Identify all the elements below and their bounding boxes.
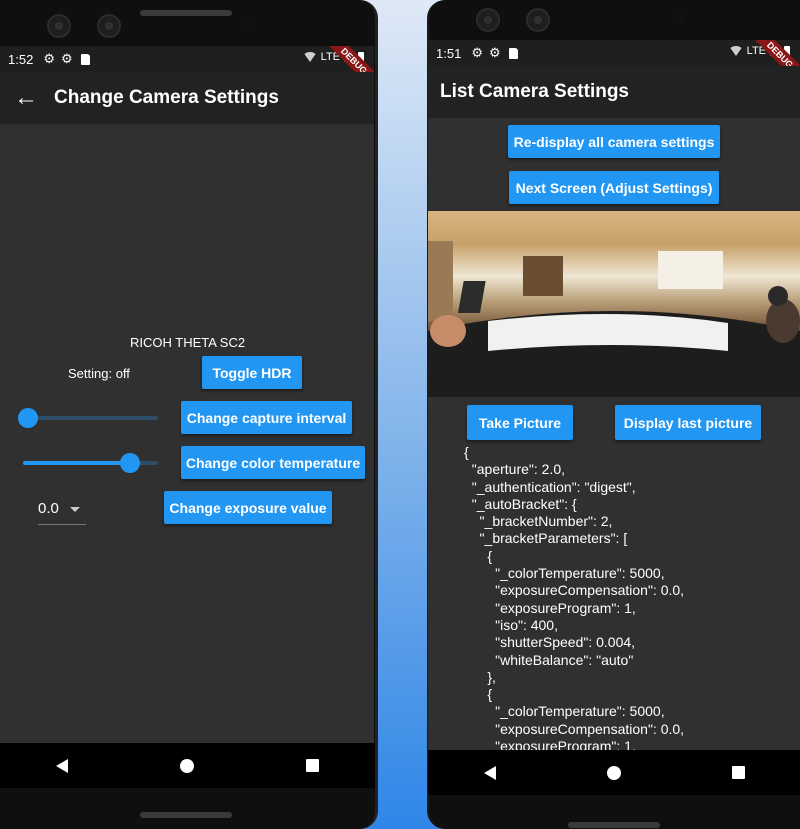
- wifi-icon: [728, 46, 743, 56]
- json-line: "_bracketParameters": [: [464, 530, 628, 547]
- json-line: "_autoBracket": {: [464, 495, 577, 512]
- front-camera-icon: [476, 8, 500, 32]
- json-line: "exposureProgram": 1,: [464, 599, 636, 616]
- page-title: Change Camera Settings: [54, 87, 279, 108]
- page-title: List Camera Settings: [440, 81, 629, 102]
- toggle-hdr-button[interactable]: Toggle HDR: [202, 356, 302, 389]
- color-temperature-slider[interactable]: [23, 453, 158, 473]
- gear-icon: ⚙: [60, 51, 73, 66]
- exposure-dropdown-value: 0.0: [38, 500, 59, 517]
- json-line: "_colorTemperature": 5000,: [464, 565, 665, 582]
- wifi-icon: [302, 52, 317, 62]
- sd-card-icon: [508, 47, 518, 59]
- theta-preview-image: [428, 211, 800, 397]
- change-capture-interval-button[interactable]: Change capture interval: [181, 401, 352, 434]
- nav-bar: [428, 750, 800, 795]
- proximity-sensor: [673, 12, 685, 24]
- json-line: "_bracketNumber": 2,: [464, 513, 613, 530]
- json-line: {: [464, 686, 493, 703]
- hdr-setting-label: Setting: off: [68, 366, 130, 381]
- status-time: 1:51: [436, 45, 462, 61]
- status-time: 1:52: [8, 51, 34, 67]
- json-line: "exposureProgram": 1,: [464, 738, 636, 750]
- json-line: "_colorTemperature": 5000,: [464, 703, 665, 720]
- display-last-picture-button[interactable]: Display last picture: [615, 405, 761, 440]
- panorama-image: [428, 241, 800, 397]
- json-line: {: [464, 547, 493, 564]
- dropdown-arrow-icon: [70, 507, 80, 512]
- gear-icon: ⚙: [471, 45, 483, 60]
- nav-home-icon[interactable]: [606, 765, 621, 780]
- take-picture-button[interactable]: Take Picture: [467, 405, 573, 440]
- slider-thumb[interactable]: [119, 453, 140, 473]
- json-line: "exposureCompensation": 0.0,: [464, 720, 685, 737]
- json-line: "whiteBalance": "auto": [464, 651, 634, 668]
- json-line: "_authentication": "digest",: [464, 478, 636, 495]
- camera-model-label: RICOH THETA SC2: [130, 335, 246, 350]
- phone-left: 1:52 ⚙ ⚙ LTE DEBUG ← Change Camera Setti…: [0, 0, 378, 829]
- json-line: "aperture": 2.0,: [464, 461, 565, 478]
- json-line: {: [464, 444, 469, 460]
- bottom-speaker: [568, 822, 660, 828]
- front-sensor-icon: [526, 8, 550, 32]
- camera-settings-json: { "aperture": 2.0, "_authentication": "d…: [464, 444, 684, 750]
- gear-icon: ⚙: [488, 45, 501, 60]
- json-line: "exposureCompensation": 0.0,: [464, 582, 685, 599]
- front-sensor-icon: [97, 14, 121, 38]
- nav-back-icon[interactable]: [56, 758, 68, 773]
- nav-bar: [0, 743, 375, 788]
- nav-recents-icon[interactable]: [306, 759, 319, 772]
- change-color-temperature-button[interactable]: Change color temperature: [181, 446, 365, 479]
- json-line: "shutterSpeed": 0.004,: [464, 634, 636, 651]
- sd-card-icon: [80, 53, 90, 65]
- back-arrow-icon[interactable]: ←: [14, 84, 54, 112]
- right-screen: 1:51 ⚙ ⚙ LTE DEBUG List Camera Settings …: [428, 40, 800, 750]
- slider-fill: [23, 461, 130, 465]
- change-exposure-value-button[interactable]: Change exposure value: [164, 491, 332, 524]
- bottom-speaker: [140, 812, 232, 818]
- speaker-grille: [140, 10, 232, 16]
- nav-recents-icon[interactable]: [731, 766, 745, 779]
- capture-interval-slider[interactable]: [18, 408, 158, 428]
- left-screen: 1:52 ⚙ ⚙ LTE DEBUG ← Change Camera Setti…: [0, 46, 374, 743]
- gear-icon: ⚙: [43, 51, 55, 66]
- json-line: "iso": 400,: [464, 616, 558, 633]
- json-line: },: [464, 668, 496, 685]
- nav-back-icon[interactable]: [483, 765, 496, 780]
- nav-home-icon[interactable]: [180, 758, 194, 773]
- slider-thumb[interactable]: [18, 408, 38, 428]
- app-bar: ← Change Camera Settings: [0, 72, 374, 124]
- exposure-dropdown[interactable]: 0.0: [38, 500, 86, 525]
- status-bar: 1:51 ⚙ ⚙ LTE DEBUG: [428, 40, 800, 89]
- app-bar: List Camera Settings: [428, 66, 800, 118]
- redisplay-settings-button[interactable]: Re-display all camera settings: [508, 125, 720, 158]
- front-camera-icon: [47, 14, 71, 38]
- proximity-sensor: [244, 18, 256, 30]
- status-bar: 1:52 ⚙ ⚙ LTE DEBUG: [0, 46, 374, 95]
- next-screen-button[interactable]: Next Screen (Adjust Settings): [509, 171, 719, 204]
